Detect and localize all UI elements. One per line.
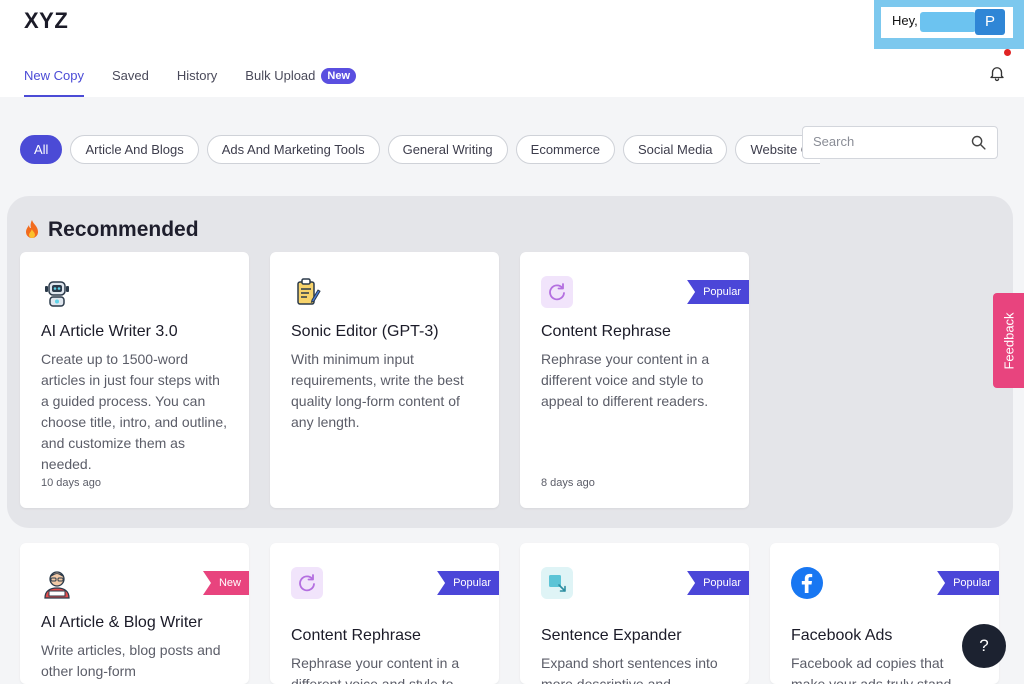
card-description: Facebook ad copies that make your ads tr…: [791, 655, 952, 684]
card-title: Content Rephrase: [291, 627, 421, 644]
new-ribbon: New: [202, 571, 249, 595]
filter-chip-social-media[interactable]: Social Media: [623, 135, 728, 164]
robot-icon: [45, 281, 69, 307]
writer-avatar-icon: [44, 571, 70, 599]
facebook-icon: [791, 567, 823, 599]
tool-card[interactable]: New AI Article & Blog Writer Write artic…: [20, 543, 249, 684]
card-title: Facebook Ads: [791, 627, 893, 644]
filter-chip-article-and-blogs[interactable]: Article And Blogs: [70, 135, 199, 164]
tab-new-copy[interactable]: New Copy: [24, 60, 84, 97]
user-greeting: Hey,: [892, 13, 918, 28]
search-icon[interactable]: [970, 134, 987, 151]
card-description: Rephrase your content in a different voi…: [541, 351, 710, 409]
filter-chip-general-writing[interactable]: General Writing: [387, 135, 508, 164]
bell-icon[interactable]: [988, 64, 1006, 82]
card-description: Create up to 1500-word articles in just …: [41, 351, 228, 472]
card-description: Rephrase your content in a different voi…: [291, 655, 460, 684]
tab-bulk-upload[interactable]: Bulk Upload New: [245, 60, 357, 97]
main-tabs: New Copy Saved History Bulk Upload New: [24, 60, 357, 97]
filter-chip-ads-and-marketing[interactable]: Ads And Marketing Tools: [206, 135, 380, 164]
card-title: AI Article & Blog Writer: [41, 614, 203, 631]
tool-card[interactable]: Sonic Editor (GPT-3) With minimum input …: [270, 252, 499, 508]
card-description: Expand short sentences into more descrip…: [541, 655, 718, 684]
app-logo[interactable]: XYZ: [24, 8, 68, 34]
card-title: AI Article Writer 3.0: [41, 323, 178, 340]
card-timestamp: 10 days ago: [41, 477, 101, 489]
expand-icon: [541, 567, 573, 599]
filter-chip-ecommerce[interactable]: Ecommerce: [515, 135, 616, 164]
feedback-button[interactable]: Feedback: [993, 293, 1024, 388]
tool-card[interactable]: Popular Sentence Expander Expand short s…: [520, 543, 749, 684]
help-button[interactable]: ?: [962, 624, 1006, 668]
popular-ribbon: Popular: [687, 280, 749, 304]
card-description: Write articles, blog posts and other lon…: [41, 642, 221, 679]
clipboard-pen-icon: [297, 278, 321, 305]
refresh-icon: [541, 276, 573, 308]
card-timestamp: 8 days ago: [541, 477, 595, 489]
recommended-heading: Recommended: [22, 218, 199, 242]
search-input[interactable]: [813, 134, 963, 149]
card-title: Content Rephrase: [541, 323, 671, 340]
card-description: With minimum input requirements, write t…: [291, 351, 464, 430]
fire-icon: [26, 220, 38, 238]
card-title: Sentence Expander: [541, 627, 682, 644]
tab-saved[interactable]: Saved: [112, 60, 149, 97]
user-name-redacted: [920, 12, 976, 32]
tool-card[interactable]: Popular Content Rephrase Rephrase your c…: [520, 252, 749, 508]
tool-card[interactable]: AI Article Writer 3.0 Create up to 1500-…: [20, 252, 249, 508]
notification-dot: [1004, 49, 1011, 56]
tool-card[interactable]: Popular Content Rephrase Rephrase your c…: [270, 543, 499, 684]
popular-ribbon: Popular: [687, 571, 749, 595]
refresh-icon: [291, 567, 323, 599]
popular-ribbon: Popular: [937, 571, 999, 595]
search-box: [802, 126, 998, 159]
avatar[interactable]: P: [975, 9, 1005, 35]
card-title: Sonic Editor (GPT-3): [291, 323, 439, 340]
tool-card[interactable]: Popular Facebook Ads Facebook ad copies …: [770, 543, 999, 684]
filter-chip-all[interactable]: All: [20, 135, 63, 164]
popular-ribbon: Popular: [437, 571, 499, 595]
category-filters: All Article And Blogs Ads And Marketing …: [20, 135, 820, 164]
new-badge: New: [321, 68, 357, 84]
tab-history[interactable]: History: [177, 60, 217, 97]
